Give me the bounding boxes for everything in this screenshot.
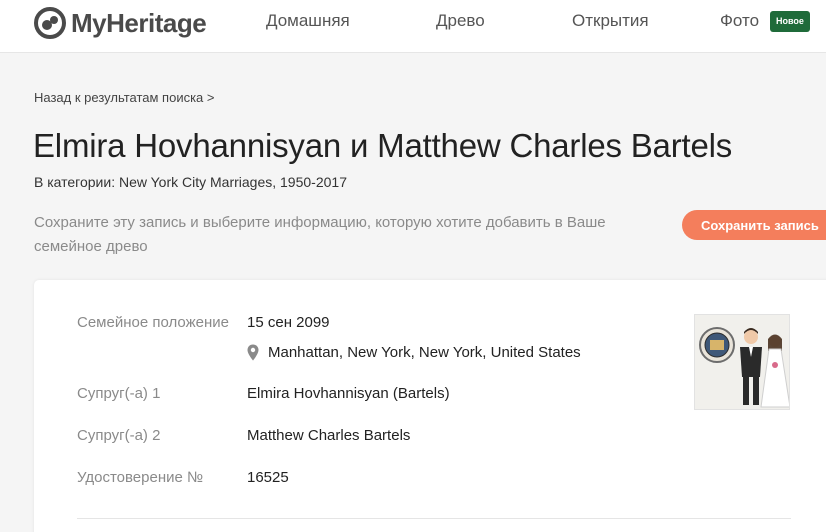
map-pin-icon xyxy=(247,344,259,360)
marital-place: Manhattan, New York, New York, United St… xyxy=(247,342,581,362)
logo-text: MyHeritage xyxy=(71,8,207,38)
marital-date-value: 15 сен 2099 xyxy=(247,314,330,331)
nav-home[interactable]: Домашняя xyxy=(266,11,350,31)
nav-tree[interactable]: Древо xyxy=(436,11,485,31)
nav-photos[interactable]: Фото xyxy=(720,11,759,31)
back-to-results-link[interactable]: Назад к результатам поиска > xyxy=(34,90,214,105)
save-record-button[interactable]: Сохранить запись xyxy=(682,210,826,240)
myheritage-logo-icon xyxy=(34,7,66,39)
spouse2-value: Matthew Charles Bartels xyxy=(247,427,411,444)
top-navigation-bar: MyHeritage Домашняя Древо Открытия Фото … xyxy=(0,0,826,53)
marriage-record-thumbnail[interactable] xyxy=(694,314,790,410)
page-title: Elmira Hovhannisyan и Matthew Charles Ba… xyxy=(33,127,733,164)
spouse2-label: Супруг(-а) 2 xyxy=(77,427,161,444)
marital-status-label: Семейное положение xyxy=(77,314,229,331)
record-category: В категории: New York City Marriages, 19… xyxy=(34,174,347,190)
certificate-label: Удостоверение № xyxy=(77,469,204,486)
record-details-card: Семейное положение 15 сен 2099 Manhattan… xyxy=(34,280,826,532)
nav-discoveries[interactable]: Открытия xyxy=(572,11,649,31)
certificate-value: 16525 xyxy=(247,469,289,486)
new-badge: Новое xyxy=(770,11,810,32)
spouse1-label: Супруг(-а) 1 xyxy=(77,385,161,402)
marital-place-value: Manhattan, New York, New York, United St… xyxy=(268,343,581,361)
save-record-description: Сохраните эту запись и выберите информац… xyxy=(34,214,606,255)
logo[interactable]: MyHeritage xyxy=(34,7,207,39)
card-divider xyxy=(77,518,791,519)
spouse1-value: Elmira Hovhannisyan (Bartels) xyxy=(247,385,450,402)
